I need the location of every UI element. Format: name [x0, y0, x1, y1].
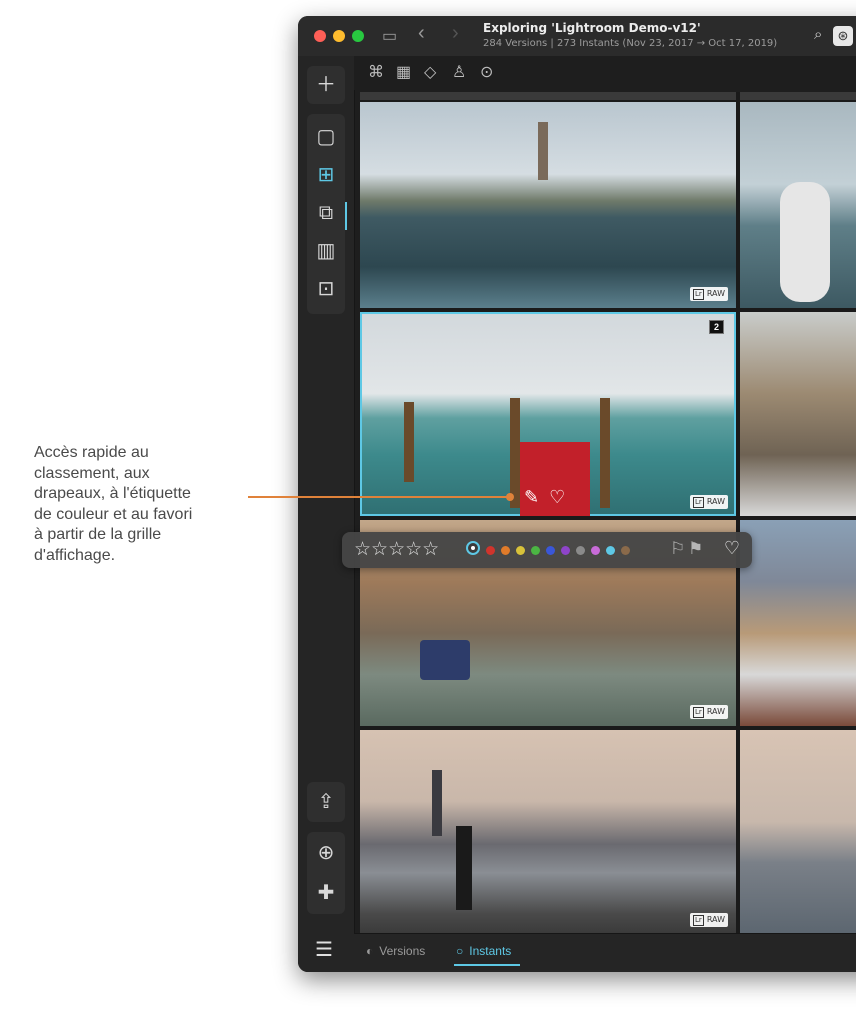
calendar-icon[interactable]: ▦ — [396, 62, 411, 82]
annotation-line: à partir de la grille — [34, 526, 162, 543]
photo-thumbnail-selected[interactable]: 2 ✎ ♡ Lr RAW — [360, 312, 736, 516]
photo-thumbnail[interactable] — [740, 102, 856, 308]
lr-label: Lr — [693, 706, 704, 718]
color-label-dot[interactable] — [546, 546, 555, 555]
annotation-line: drapeaux, à l'étiquette — [34, 485, 191, 502]
edit-icon[interactable]: ✎ — [524, 487, 539, 508]
photo-detail — [510, 398, 520, 508]
active-tab-underline — [454, 964, 520, 966]
photo-thumbnail[interactable]: Lr RAW — [360, 102, 736, 308]
raw-badge: Lr RAW — [690, 287, 728, 301]
account-icon[interactable]: ⊛ — [833, 26, 853, 46]
annotation-text: Accès rapide au classement, aux drapeaux… — [34, 443, 234, 566]
pick-flag-icon[interactable]: ⚐ — [670, 539, 685, 559]
color-label-dot[interactable] — [591, 546, 600, 555]
color-label-dot[interactable] — [486, 546, 495, 555]
raw-label: RAW — [706, 707, 725, 716]
back-icon[interactable]: ‹ — [418, 22, 425, 45]
photo-grid: Lr RAW 2 ✎ ♡ Lr RAW Lr RAW Lr RAW — [360, 92, 856, 934]
color-label-dot[interactable] — [516, 546, 525, 555]
raw-badge: Lr RAW — [690, 705, 728, 719]
color-label-dot[interactable] — [501, 546, 510, 555]
hover-actions: ✎ ♡ — [524, 487, 565, 508]
star-rating[interactable]: ☆☆☆☆☆ — [354, 538, 439, 561]
versions-tab[interactable]: ◐ Versions — [366, 944, 425, 958]
photo-thumbnail[interactable] — [360, 92, 736, 100]
bottom-bar: ◐ Versions ○ Instants — [354, 933, 856, 972]
favorite-icon[interactable]: ♡ — [549, 487, 565, 508]
grid-view-icon[interactable]: ⊞ — [307, 156, 345, 194]
reject-flag-icon[interactable]: ⚑ — [688, 539, 703, 559]
create-album-icon[interactable]: ✚ — [307, 874, 345, 912]
color-label-dot[interactable] — [576, 546, 585, 555]
zoom-window-button[interactable] — [352, 30, 364, 42]
raw-label: RAW — [706, 497, 725, 506]
callout-line — [248, 496, 510, 498]
window-title: Exploring 'Lightroom Demo-v12' — [483, 21, 701, 35]
search-icon[interactable]: ⌕ — [814, 26, 822, 43]
photo-thumbnail[interactable] — [740, 92, 856, 100]
photo-thumbnail[interactable]: Lr RAW — [360, 730, 736, 934]
hierarchy-icon[interactable]: ⌘ — [368, 62, 384, 82]
photo-detail — [404, 402, 414, 482]
close-window-button[interactable] — [314, 30, 326, 42]
photo-detail — [538, 122, 548, 180]
instants-tab[interactable]: ○ Instants — [456, 944, 511, 958]
color-label-dot[interactable] — [606, 546, 615, 555]
single-view-icon[interactable]: ▢ — [307, 118, 345, 156]
window-subtitle: 284 Versions | 273 Instants (Nov 23, 201… — [483, 38, 778, 49]
search-photos-icon[interactable]: ⊙ — [480, 62, 493, 82]
people-icon[interactable]: ⊡ — [307, 270, 345, 308]
photo-detail — [420, 640, 470, 680]
menu-icon[interactable]: ☰ — [315, 937, 333, 962]
annotation-line: Accès rapide au — [34, 444, 149, 461]
lr-label: Lr — [693, 914, 704, 926]
forward-icon[interactable]: › — [452, 22, 459, 45]
tag-icon[interactable]: ◇ — [424, 62, 436, 82]
import-photos-icon[interactable]: ⊕ — [307, 834, 345, 872]
raw-label: RAW — [706, 289, 725, 298]
add-button[interactable]: ＋ — [307, 66, 345, 104]
raw-badge: Lr RAW — [690, 913, 728, 927]
color-label-dot[interactable] — [561, 546, 570, 555]
lr-label: Lr — [693, 288, 704, 300]
color-label-dot[interactable] — [621, 546, 630, 555]
sidebar-toggle-icon[interactable]: ▭ — [382, 26, 397, 46]
instants-label: Instants — [469, 944, 512, 958]
raw-badge: Lr RAW — [690, 495, 728, 509]
no-color-label[interactable] — [466, 541, 480, 555]
versions-toggle-icon: ◐ — [366, 944, 374, 958]
versions-label: Versions — [379, 944, 426, 958]
left-sidebar: ＋ ▢ ⊞ ⧉ ▥ ⊡ ⇪ ⊕ ✚ ☰ — [298, 56, 355, 972]
map-icon[interactable]: ▥ — [307, 232, 345, 270]
lr-label: Lr — [693, 496, 704, 508]
photo-thumbnail[interactable] — [740, 520, 856, 726]
title-bar: ▭ ‹ › Exploring 'Lightroom Demo-v12' 284… — [298, 16, 856, 56]
minimize-window-button[interactable] — [333, 30, 345, 42]
annotation-line: de couleur et au favori — [34, 505, 193, 523]
annotation-line: classement, aux — [34, 464, 150, 482]
photo-detail — [780, 182, 830, 302]
filter-toolbar: ⌘ ▦ ◇ ♙ ⊙ — [354, 56, 856, 90]
person-icon[interactable]: ♙ — [452, 62, 466, 82]
active-indicator — [345, 202, 347, 230]
stack-count-badge: 2 — [708, 320, 724, 334]
share-icon[interactable]: ⇪ — [307, 783, 345, 821]
photo-detail — [432, 770, 442, 836]
color-label-dot[interactable] — [531, 546, 540, 555]
photo-detail — [456, 826, 472, 910]
auto-stack-icon[interactable]: ⧉ — [307, 194, 345, 232]
quick-rating-bar: ☆☆☆☆☆ ⚐ ⚑ ♡ — [342, 532, 752, 568]
photo-thumbnail[interactable] — [740, 730, 856, 934]
photo-detail — [600, 398, 610, 508]
annotation-line: d'affichage. — [34, 546, 116, 564]
instants-circle-icon: ○ — [456, 944, 464, 958]
app-window: ▭ ‹ › Exploring 'Lightroom Demo-v12' 284… — [298, 16, 856, 972]
favorite-toggle-icon[interactable]: ♡ — [724, 538, 740, 559]
raw-label: RAW — [706, 915, 725, 924]
callout-dot — [506, 493, 514, 501]
photo-thumbnail[interactable] — [740, 312, 856, 516]
